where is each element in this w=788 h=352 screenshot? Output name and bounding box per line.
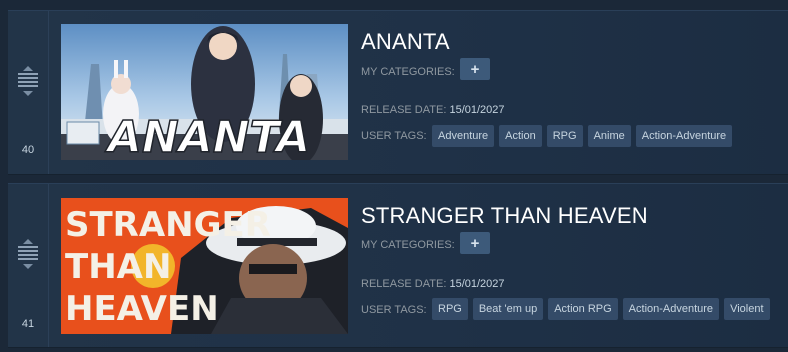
wishlist-row: 40 ANANTA ANANTA MY CATEGORIES: + RELEAS… <box>8 10 788 175</box>
game-title[interactable]: STRANGER THAN HEAVEN <box>361 203 648 229</box>
wishlist: 40 ANANTA ANANTA MY CATEGORIES: + RELEAS… <box>0 0 788 352</box>
ananta-art: ANANTA <box>61 24 348 160</box>
drag-grip-icon[interactable] <box>17 66 39 96</box>
release-date-value: 15/01/2027 <box>449 104 505 116</box>
stranger-than-heaven-art: STRANGER THAN HEAVEN <box>61 198 348 334</box>
game-title[interactable]: ANANTA <box>361 29 450 55</box>
tag[interactable]: Action RPG <box>548 298 618 320</box>
art-title-line: STRANGER <box>65 205 271 245</box>
game-capsule-image[interactable]: ANANTA <box>61 24 348 160</box>
user-tags-label: USER TAGS: <box>361 130 427 142</box>
art-title-line: HEAVEN <box>65 289 219 329</box>
tag[interactable]: Anime <box>587 125 631 147</box>
tag[interactable]: RPG <box>546 125 583 147</box>
tag[interactable]: Action-Adventure <box>635 125 733 147</box>
drag-handle[interactable]: 40 <box>8 11 49 174</box>
user-tags: RPG Beat 'em up Action RPG Action-Advent… <box>432 298 770 320</box>
ananta-logo-text: ANANTA <box>105 112 310 160</box>
tag[interactable]: Action <box>499 125 542 147</box>
tag[interactable]: Violent <box>724 298 770 320</box>
release-date-label: RELEASE DATE: <box>361 278 447 290</box>
categories-label: MY CATEGORIES: <box>361 66 455 78</box>
rank-number: 40 <box>21 144 35 156</box>
art-title-line: THAN <box>65 247 171 287</box>
user-tags: Adventure Action RPG Anime Action-Advent… <box>432 125 733 147</box>
add-category-button[interactable]: + <box>460 232 490 254</box>
user-tags-label: USER TAGS: <box>361 304 427 316</box>
tag[interactable]: Action-Adventure <box>622 298 720 320</box>
categories-label: MY CATEGORIES: <box>361 239 455 251</box>
release-date-value: 15/01/2027 <box>449 278 505 290</box>
wishlist-row: 41 STRANGER THAN HEAVEN STRANGER THAN HE… <box>8 183 788 348</box>
release-date-label: RELEASE DATE: <box>361 104 447 116</box>
add-category-button[interactable]: + <box>460 58 490 80</box>
tag[interactable]: RPG <box>432 298 468 320</box>
tag[interactable]: Beat 'em up <box>472 298 544 320</box>
drag-grip-icon[interactable] <box>17 239 39 269</box>
drag-handle[interactable]: 41 <box>8 184 49 347</box>
game-capsule-image[interactable]: STRANGER THAN HEAVEN <box>61 198 348 334</box>
release-date-row: RELEASE DATE: 15/01/2027 <box>361 104 505 116</box>
release-date-row: RELEASE DATE: 15/01/2027 <box>361 278 505 290</box>
tag[interactable]: Adventure <box>432 125 495 147</box>
rank-number: 41 <box>21 318 35 330</box>
